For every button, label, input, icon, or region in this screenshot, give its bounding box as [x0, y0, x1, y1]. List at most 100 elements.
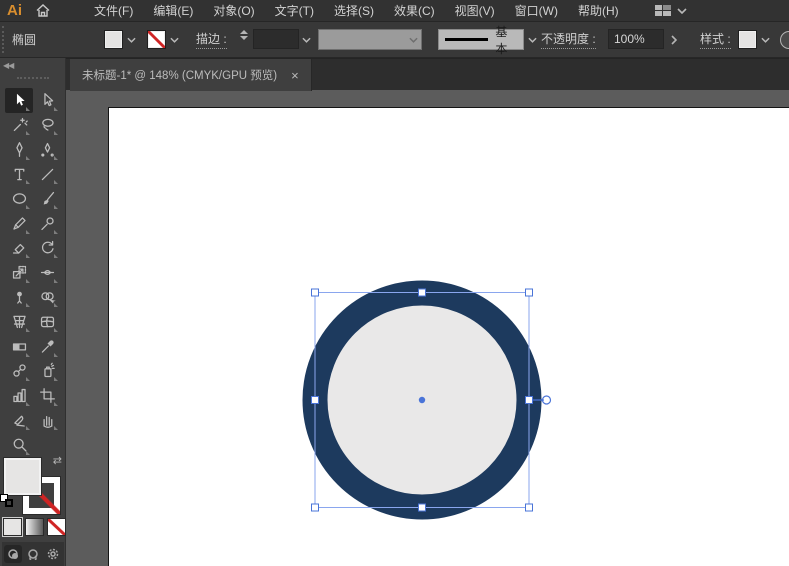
- zoom-tool[interactable]: [5, 432, 33, 457]
- brush-definition-dropdown[interactable]: 基本: [438, 25, 524, 56]
- pen-tool[interactable]: [5, 137, 33, 162]
- gradient-tool[interactable]: [5, 334, 33, 359]
- stroke-weight-stepper[interactable]: [238, 30, 250, 49]
- tool-flyout-indicator: [26, 377, 30, 382]
- shaper-globe-icon[interactable]: [780, 31, 789, 49]
- tools-panel-grip[interactable]: [17, 77, 49, 81]
- canvas-pasteboard[interactable]: [66, 90, 789, 566]
- artboard-tool[interactable]: [33, 383, 61, 408]
- tab-close-icon[interactable]: ×: [291, 69, 299, 82]
- opacity-chevron-right-icon[interactable]: [671, 22, 677, 57]
- stroke-weight-chevron-down-icon[interactable]: [300, 30, 313, 49]
- scale-tool[interactable]: [5, 260, 33, 285]
- color-button[interactable]: [3, 518, 22, 536]
- shaper-tool[interactable]: [33, 211, 61, 236]
- stroke-chevron-down-icon[interactable]: [168, 30, 181, 49]
- scale-tool-icon: [12, 265, 26, 279]
- blend-tool[interactable]: [5, 359, 33, 384]
- menu-item-4[interactable]: 选择(S): [324, 0, 384, 22]
- pencil-tool[interactable]: [5, 211, 33, 236]
- gradient-button[interactable]: [25, 518, 44, 536]
- line-segment-tool[interactable]: [33, 162, 61, 187]
- lasso-tool[interactable]: [33, 113, 61, 138]
- selection-tool[interactable]: [5, 88, 33, 113]
- ellipse-tool-icon: [12, 193, 26, 204]
- direct-selection-tool[interactable]: [33, 88, 61, 113]
- menu-item-8[interactable]: 帮助(H): [568, 0, 629, 22]
- draw-inside-icon[interactable]: [44, 545, 62, 563]
- opacity-label[interactable]: 不透明度 :: [541, 30, 596, 49]
- fill-color-swatch[interactable]: [104, 30, 123, 49]
- selection-handle[interactable]: [418, 288, 426, 297]
- document-tab[interactable]: 未标题-1* @ 148% (CMYK/GPU 预览) ×: [70, 59, 312, 91]
- zoom-tool-icon: [13, 438, 27, 452]
- style-label[interactable]: 样式 :: [700, 30, 731, 49]
- shape-builder-tool[interactable]: [33, 285, 61, 310]
- tools-grid: [5, 88, 61, 457]
- selection-handle[interactable]: [311, 288, 319, 297]
- curvature-tool[interactable]: [33, 137, 61, 162]
- menu-item-0[interactable]: 文件(F): [84, 0, 143, 22]
- width-tool-icon: [40, 269, 54, 275]
- fill-proxy-swatch[interactable]: [4, 458, 41, 495]
- control-bar: 椭圆 描边 : 基本 不透明度 : 100% 样式 :: [0, 22, 789, 58]
- width-tool[interactable]: [33, 260, 61, 285]
- tool-flyout-indicator: [26, 426, 30, 431]
- swap-fill-stroke-icon[interactable]: ⇄: [53, 454, 62, 467]
- mesh-tool[interactable]: [33, 309, 61, 334]
- none-button[interactable]: [47, 518, 66, 536]
- magic-wand-tool[interactable]: [5, 113, 33, 138]
- brush-chevron-down-icon[interactable]: [526, 30, 539, 49]
- stroke-weight-label[interactable]: 描边 :: [196, 30, 227, 49]
- type-tool-icon: [14, 168, 24, 180]
- eraser-tool[interactable]: [5, 236, 33, 261]
- selection-handle[interactable]: [311, 503, 319, 512]
- selection-handle[interactable]: [525, 288, 533, 297]
- paintbrush-tool-icon: [43, 192, 54, 205]
- chevron-down-icon: [409, 37, 418, 43]
- menu-item-2[interactable]: 对象(O): [203, 0, 264, 22]
- slice-tool[interactable]: [5, 408, 33, 433]
- column-graph-tool[interactable]: [5, 383, 33, 408]
- symbol-sprayer-tool[interactable]: [33, 359, 61, 384]
- puppet-warp-tool[interactable]: [5, 285, 33, 310]
- menu-item-1[interactable]: 编辑(E): [143, 0, 203, 22]
- rotate-tool[interactable]: [33, 236, 61, 261]
- perspective-grid-tool[interactable]: [5, 309, 33, 334]
- tool-flyout-indicator: [54, 401, 58, 406]
- artboard-tool-icon: [39, 387, 55, 403]
- selection-handle[interactable]: [525, 503, 533, 512]
- workspace-switcher[interactable]: [654, 4, 687, 17]
- curvature-tool-icon: [40, 142, 54, 157]
- fill-chevron-down-icon[interactable]: [125, 30, 138, 49]
- tool-flyout-indicator: [26, 352, 30, 357]
- menu-item-5[interactable]: 效果(C): [384, 0, 445, 22]
- selection-handle[interactable]: [311, 396, 319, 404]
- type-tool[interactable]: [5, 162, 33, 187]
- default-fill-stroke-icon[interactable]: [0, 494, 13, 507]
- hand-tool[interactable]: [33, 408, 61, 433]
- collapse-panel-icon[interactable]: ◀◀: [3, 61, 14, 70]
- menu-item-7[interactable]: 窗口(W): [505, 0, 568, 22]
- eyedropper-tool[interactable]: [33, 334, 61, 359]
- home-icon[interactable]: [30, 0, 56, 22]
- paintbrush-tool[interactable]: [33, 186, 61, 211]
- ellipse-tool[interactable]: [5, 186, 33, 211]
- menu-item-6[interactable]: 视图(V): [445, 0, 505, 22]
- opacity-input[interactable]: 100%: [608, 29, 664, 49]
- stroke-color-none-swatch[interactable]: [147, 30, 166, 49]
- style-chevron-down-icon[interactable]: [759, 30, 772, 49]
- tool-flyout-indicator: [26, 180, 30, 185]
- tool-flyout-indicator: [54, 278, 58, 283]
- draw-normal-icon[interactable]: [4, 545, 22, 563]
- stroke-weight-input[interactable]: [253, 29, 299, 49]
- center-point[interactable]: [418, 396, 426, 404]
- selection-handle[interactable]: [418, 503, 426, 512]
- tool-flyout-indicator: [26, 254, 30, 259]
- menu-item-3[interactable]: 文字(T): [265, 0, 324, 22]
- draw-behind-icon[interactable]: [24, 545, 42, 563]
- line-segment-tool-icon: [41, 168, 53, 180]
- panel-grip[interactable]: [2, 26, 6, 53]
- style-swatch[interactable]: [738, 30, 757, 49]
- selection-handle[interactable]: [525, 396, 533, 404]
